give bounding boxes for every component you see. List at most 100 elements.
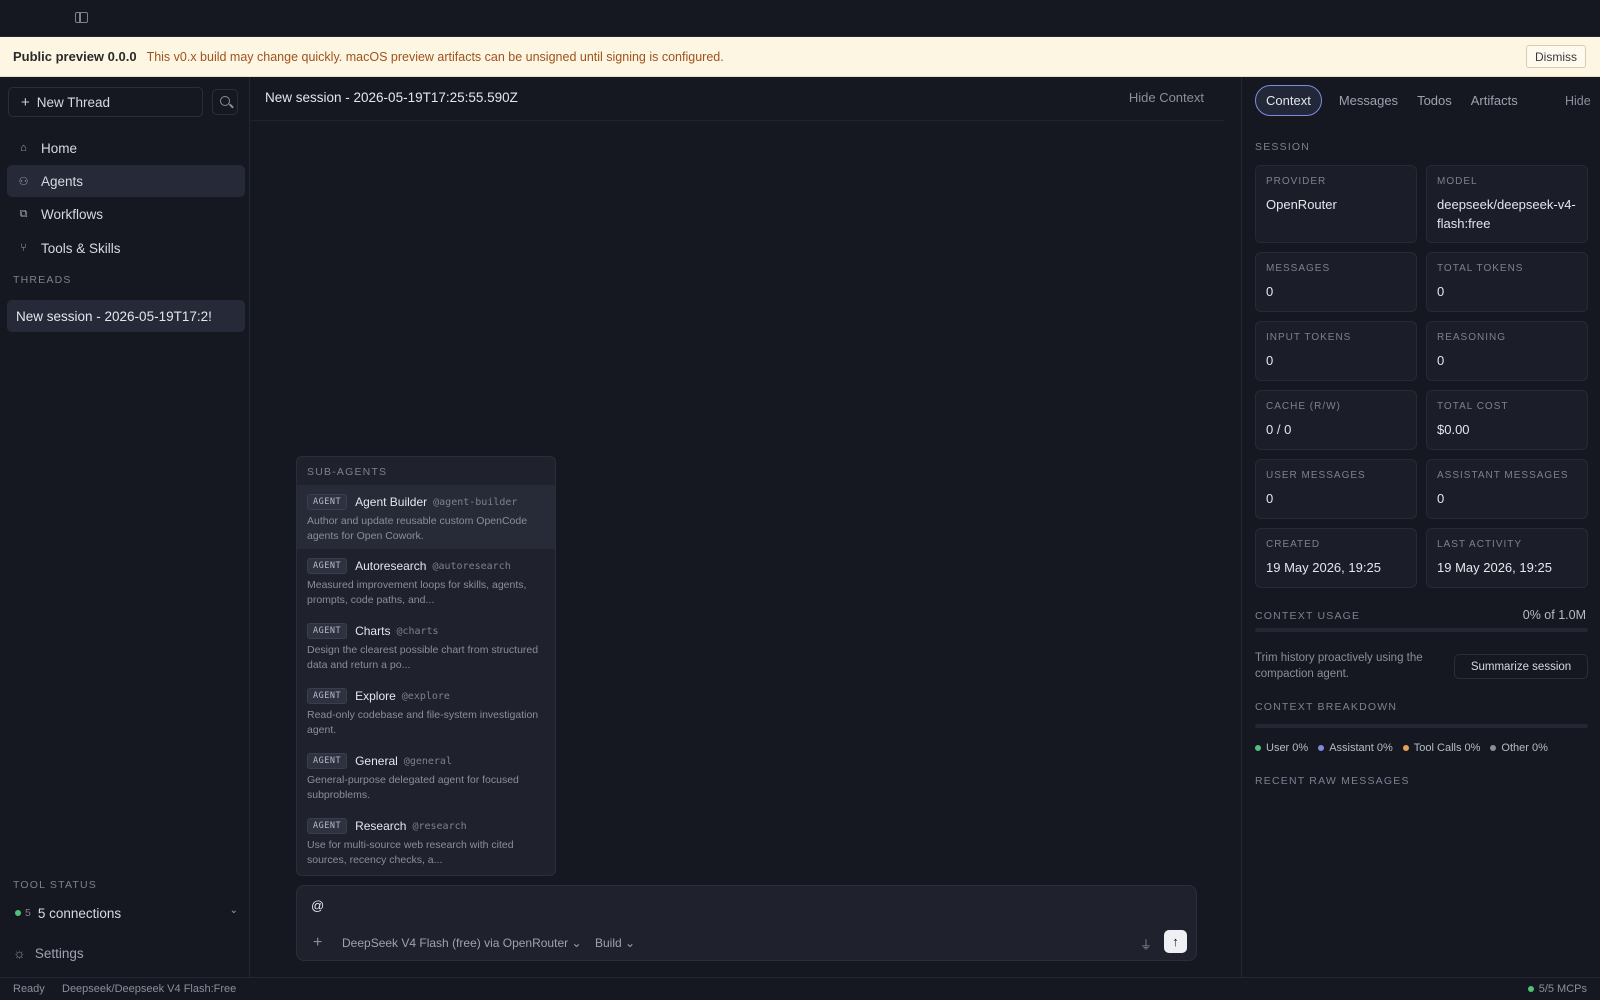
sidebar-item-tools-skills[interactable]: ⑂ Tools & Skills [7,232,245,264]
tool-status-toggle[interactable]: 5 5 connections ⌄ [13,903,238,923]
legend-label: Assistant 0% [1329,742,1393,754]
model-selector[interactable]: DeepSeek V4 Flash (free) via OpenRouter … [342,936,582,950]
status-ready: Ready [13,983,45,995]
status-dot-icon [15,910,21,916]
context-panel: Context Messages Todos Artifacts Hide SE… [1241,77,1600,977]
legend-label: Other 0% [1501,742,1548,754]
agent-option-research[interactable]: AGENT Research @research Use for multi-s… [297,809,555,873]
card-key: ASSISTANT MESSAGES [1437,470,1569,481]
mode-selector-label: Build [595,936,622,950]
summarize-session-button[interactable]: Summarize session [1454,654,1588,679]
trim-history-text: Trim history proactively using the compa… [1255,652,1423,680]
sidebar-item-agents[interactable]: ⚇ Agents [7,165,245,197]
agent-option-charts[interactable]: AGENT Charts @charts Design the clearest… [297,614,555,678]
sidebar-item-label: Home [41,140,78,156]
sidebar-item-home[interactable]: ⌂ Home [7,132,245,164]
legend-label: Tool Calls 0% [1413,742,1481,754]
agent-badge: AGENT [307,558,348,574]
tool-status-connections: 5 connections [37,905,122,921]
message-input[interactable]: @ [311,898,324,913]
chevron-down-icon: ⌄ [625,936,636,950]
legend-dot-icon [1255,745,1261,751]
search-icon [220,96,230,106]
legend-assistant: Assistant 0% [1318,742,1393,754]
banner-title: Public preview 0.0.0 [13,49,137,64]
agent-name: Autoresearch [355,559,427,573]
send-button[interactable]: ↑ [1164,930,1187,953]
legend-user: User 0% [1255,742,1308,754]
breakdown-legend: User 0% Assistant 0% Tool Calls 0% Other… [1255,742,1558,754]
tool-status-label: TOOL STATUS [13,879,97,891]
hide-context-button[interactable]: Hide Context [1129,90,1204,105]
card-value: 0 [1266,284,1274,299]
card-key: LAST ACTIVITY [1437,539,1523,550]
card-last-activity: LAST ACTIVITY 19 May 2026, 19:25 [1426,528,1588,588]
attach-plus-icon[interactable]: + [313,934,322,952]
chevron-down-icon: ⌄ [571,936,582,950]
status-mcps[interactable]: 5/5 MCPs [1527,983,1587,995]
status-mcps-label: 5/5 MCPs [1538,983,1587,995]
new-thread-button[interactable]: + New Thread [8,87,203,117]
card-model: MODEL deepseek/deepseek-v4-flash:free [1426,165,1588,243]
card-user-messages: USER MESSAGES 0 [1255,459,1417,519]
card-key: CREATED [1266,539,1321,550]
legend-other: Other 0% [1490,742,1548,754]
agent-name: Research [355,819,407,833]
card-value: 0 [1437,491,1445,506]
tool-status-count: 5 [25,907,31,919]
message-composer[interactable]: @ + DeepSeek V4 Flash (free) via OpenRou… [296,885,1197,961]
model-selector-label: DeepSeek V4 Flash (free) via OpenRouter [342,936,569,950]
card-total-tokens: TOTAL TOKENS 0 [1426,252,1588,312]
tab-artifacts[interactable]: Artifacts [1471,85,1518,116]
agent-option-general[interactable]: AGENT General @general General-purpose d… [297,744,555,808]
card-value: 19 May 2026, 19:25 [1266,560,1381,575]
card-key: USER MESSAGES [1266,470,1366,481]
sidebar-item-label: Tools & Skills [41,240,121,256]
thread-item[interactable]: New session - 2026-05-19T17:2! [7,300,245,332]
context-breakdown-label: CONTEXT BREAKDOWN [1255,701,1398,713]
agent-option-explore[interactable]: AGENT Explore @explore Read-only codebas… [297,679,555,743]
status-model: Deepseek/Deepseek V4 Flash:Free [62,983,237,995]
agent-badge: AGENT [307,494,348,510]
dismiss-button[interactable]: Dismiss [1526,45,1586,68]
card-total-cost: TOTAL COST $0.00 [1426,390,1588,450]
microphone-icon[interactable]: ⏚ [1140,936,1152,953]
agent-handle: @charts [396,625,439,637]
tab-todos[interactable]: Todos [1417,85,1452,116]
new-thread-label: New Thread [36,94,111,110]
status-bar: Ready Deepseek/Deepseek V4 Flash:Free 5/… [0,977,1600,1000]
legend-tool-calls: Tool Calls 0% [1402,742,1481,754]
hide-panel-button[interactable]: Hide [1565,85,1591,116]
tab-context[interactable]: Context [1255,85,1322,116]
sidebar-item-label: Workflows [41,206,104,222]
agent-handle: @research [412,820,467,832]
card-value: 0 / 0 [1266,422,1292,437]
threads-section-label: THREADS [13,274,72,286]
mode-selector[interactable]: Build ⌄ [595,936,635,950]
tab-messages[interactable]: Messages [1339,85,1398,116]
agent-option-autoresearch[interactable]: AGENT Autoresearch @autoresearch Measure… [297,549,555,613]
agent-description: General-purpose delegated agent for focu… [307,774,519,801]
search-button[interactable] [212,89,238,115]
card-key: REASONING [1437,332,1507,343]
agent-name: General [355,754,398,768]
agent-badge: AGENT [307,623,348,639]
sidebar-item-workflows[interactable]: ⧉ Workflows [7,198,245,230]
card-key: TOTAL TOKENS [1437,263,1524,274]
sidebar-item-label: Agents [41,173,84,189]
context-breakdown-bar [1255,724,1588,728]
agent-handle: @autoresearch [432,560,511,572]
agent-name: Explore [355,689,396,703]
sidebar: + New Thread ⌂ Home ⚇ Agents ⧉ Workflows… [0,77,250,977]
settings-button[interactable]: ☼ Settings [13,945,84,961]
recent-raw-messages-label: RECENT RAW MESSAGES [1255,775,1410,787]
status-dot-icon [1527,986,1534,992]
session-section-label: SESSION [1255,141,1311,153]
arrow-up-icon: ↑ [1172,934,1179,949]
preview-banner: Public preview 0.0.0 This v0.x build may… [0,37,1600,77]
sidebar-toggle-icon[interactable] [75,12,88,23]
card-messages: MESSAGES 0 [1255,252,1417,312]
sub-agents-menu: SUB-AGENTS AGENT Agent Builder @agent-bu… [296,456,556,876]
context-usage-label: CONTEXT USAGE [1255,610,1361,622]
agent-option-agent-builder[interactable]: AGENT Agent Builder @agent-builder Autho… [297,485,555,549]
